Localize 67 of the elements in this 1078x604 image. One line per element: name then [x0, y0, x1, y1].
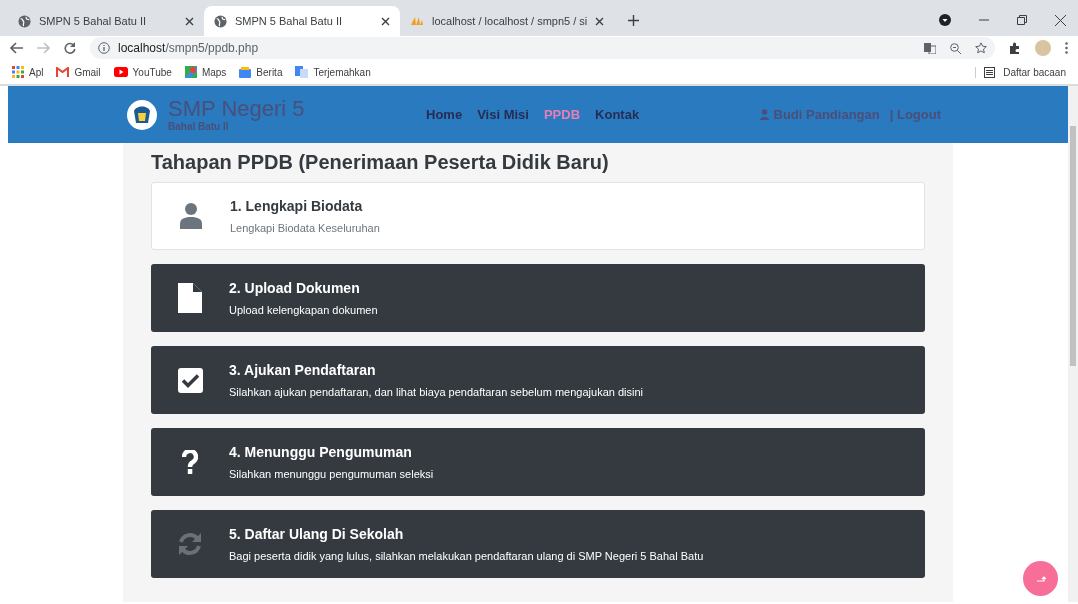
- sailboat-icon: [410, 15, 424, 27]
- question-mark-icon: [182, 450, 198, 474]
- bookmark[interactable]: Berita: [239, 66, 283, 78]
- restore-icon[interactable]: [1017, 15, 1027, 25]
- zoom-icon[interactable]: [950, 42, 961, 54]
- reload-icon[interactable]: [64, 42, 76, 54]
- close-icon[interactable]: [1055, 14, 1066, 26]
- bookmark[interactable]: Apl: [12, 66, 44, 78]
- step-card[interactable]: 4. Menunggu Pengumuman Silahkan menunggu pengumuman seleksi: [151, 428, 925, 496]
- reading-list-button[interactable]: Daftar bacaan: [975, 66, 1066, 78]
- url-text: localhost/smpn5/ppdb.php: [118, 41, 259, 55]
- step-description: Lengkapi Biodata Keseluruhan: [230, 222, 380, 234]
- translate-icon: [295, 66, 309, 78]
- browser-tab[interactable]: localhost / localhost / smpn5 / si: [400, 6, 615, 36]
- more-icon[interactable]: [1065, 42, 1068, 54]
- page-heading: Tahapan PPDB (Penerimaan Peserta Didik Baru): [151, 151, 610, 174]
- play-icon: [113, 67, 128, 77]
- apps-grid-icon: [12, 66, 24, 78]
- tab-title: SMPN 5 Bahal Batu II: [235, 15, 343, 27]
- step-title: 2. Upload Dokumen: [229, 280, 361, 296]
- bookmark[interactable]: Maps: [184, 66, 227, 78]
- step-card[interactable]: 3. Ajukan Pendaftaran Silahkan ajukan pendaftaran, dan lihat biaya pendaftaran sebelum mengajukan disini: [151, 346, 925, 414]
- star-icon[interactable]: [975, 42, 987, 54]
- browser-tab[interactable]: SMPN 5 Bahal Batu II: [204, 6, 400, 36]
- back-icon[interactable]: [10, 42, 23, 54]
- sync-icon: [177, 531, 203, 557]
- step-description: Silahkan menunggu pengumuman seleksi: [229, 468, 434, 480]
- user-icon: [180, 203, 202, 229]
- step-card[interactable]: 2. Upload Dokumen Upload kelengkapan dokumen: [151, 264, 925, 332]
- translate-icon[interactable]: [924, 42, 936, 54]
- tab-title: localhost / localhost / smpn5 / si: [432, 15, 588, 27]
- globe-icon: [214, 14, 227, 28]
- school-emblem-icon: [126, 98, 158, 131]
- dropdown-icon[interactable]: [939, 14, 951, 26]
- map-pin-icon: [184, 66, 197, 78]
- newspaper-icon: [239, 66, 252, 78]
- site-title: SMP Negeri 5: [168, 97, 305, 121]
- address-bar[interactable]: localhost/smpn5/ppdb.php: [90, 37, 995, 59]
- step-title: 5. Daftar Ulang Di Sekolah: [229, 526, 405, 542]
- bookmark[interactable]: YouTube: [113, 66, 172, 78]
- user-icon: [759, 109, 769, 120]
- bookmark[interactable]: Terjemahkan: [295, 66, 371, 78]
- step-card[interactable]: 5. Daftar Ulang Di Sekolah Bagi peserta didik yang lulus, silahkan melakukan pendaftaran ulang di SMP Negeri 5 Bahal Batu: [151, 510, 925, 578]
- step-description: Upload kelengkapan dokumen: [229, 304, 378, 316]
- document-icon: [178, 283, 202, 313]
- list-icon: [984, 66, 996, 78]
- puzzle-icon[interactable]: [1009, 42, 1021, 54]
- step-card[interactable]: 1. Lengkapi Biodata Lengkapi Biodata Keseluruhan: [151, 182, 925, 250]
- close-icon[interactable]: [595, 16, 605, 26]
- plus-icon[interactable]: [628, 15, 640, 26]
- info-icon: [98, 42, 110, 54]
- site-subtitle: Bahal Batu II: [168, 121, 230, 132]
- browser-tab[interactable]: SMPN 5 Bahal Batu II: [8, 6, 204, 36]
- step-title: 1. Lengkapi Biodata: [230, 198, 364, 214]
- scrollbar[interactable]: [1068, 86, 1078, 602]
- checkbox-icon: [177, 367, 203, 393]
- close-icon[interactable]: [381, 16, 390, 26]
- step-description: Bagi peserta didik yang lulus, silahkan melakukan pendaftaran ulang di SMP Negeri 5 Bahal Batu: [229, 550, 704, 562]
- close-icon[interactable]: [185, 16, 194, 26]
- bookmark[interactable]: Gmail: [56, 66, 101, 78]
- tab-title: SMPN 5 Bahal Batu II: [39, 15, 147, 27]
- step-title: 3. Ajukan Pendaftaran: [229, 362, 377, 378]
- globe-icon: [18, 14, 31, 28]
- step-description: Silahkan ajukan pendaftaran, dan lihat biaya pendaftaran sebelum mengajukan disini: [229, 386, 643, 398]
- arrow-icon: [1035, 574, 1046, 583]
- step-title: 4. Menunggu Pengumuman: [229, 444, 413, 460]
- mail-icon: [56, 67, 70, 77]
